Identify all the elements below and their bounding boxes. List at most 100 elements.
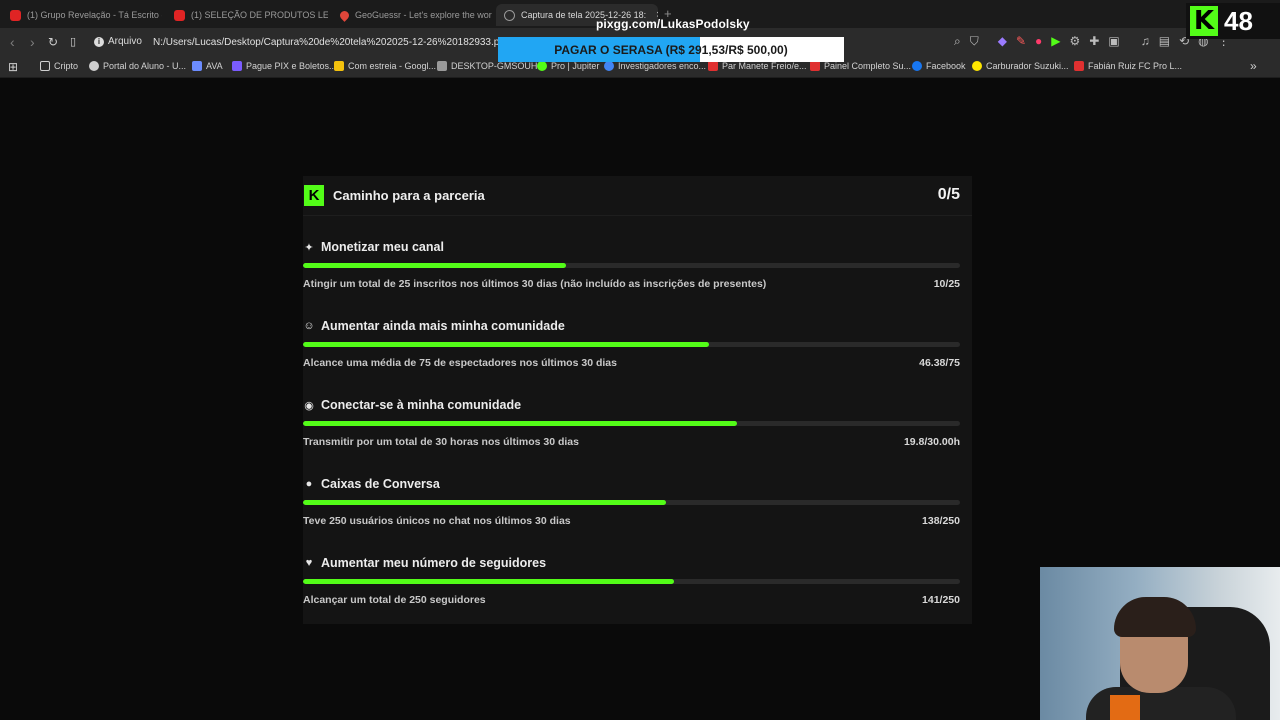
- shield-icon[interactable]: ⛉: [970, 34, 979, 49]
- goal-grow-community: ☺ Aumentar ainda mais minha comunidade Al…: [303, 319, 960, 391]
- more-bookmarks-icon[interactable]: »: [1250, 59, 1257, 73]
- ml-icon: [972, 61, 982, 71]
- bookmark-ava[interactable]: AVA: [192, 61, 223, 71]
- goal-progress-bar: [303, 263, 960, 268]
- shop-icon: [708, 61, 718, 71]
- bookmark-label: Fabián Ruiz FC Pro L...: [1088, 61, 1183, 71]
- partnership-card: K Caminho para a parceria 0/5 ✦ Monetizar…: [303, 176, 972, 624]
- shop-icon: [810, 61, 820, 71]
- goals-completed-count: 0/5: [937, 186, 960, 203]
- geoguessr-icon: [338, 8, 351, 22]
- media-icon[interactable]: ♫: [1141, 34, 1150, 49]
- bookmark-label: Cripto: [54, 61, 79, 71]
- card-title: Caminho para a parceria: [333, 188, 485, 203]
- forward-icon[interactable]: ›: [30, 34, 35, 50]
- goal-value: 10/25: [933, 278, 960, 290]
- kick-logo-icon: K: [304, 185, 324, 206]
- goal-progress-bar: [303, 421, 960, 426]
- bookmark-fabian-ruiz[interactable]: Fabián Ruiz FC Pro L...: [1074, 61, 1182, 71]
- bookmark-jupiter[interactable]: Pro | Jupiter: [537, 61, 599, 71]
- card-header: K Caminho para a parceria 0/5: [303, 176, 972, 216]
- scheme-label: Arquivo: [108, 36, 142, 47]
- extension-icon[interactable]: ⚙: [1070, 34, 1081, 49]
- back-icon[interactable]: ‹: [10, 34, 15, 50]
- donation-url: pixgg.com/LukasPodolsky: [596, 17, 750, 31]
- portal-icon: [89, 61, 99, 71]
- donation-goal-label: PAGAR O SERASA (R$ 291,53/R$ 500,00): [554, 42, 788, 57]
- ava-icon: [192, 61, 202, 71]
- address-bar-url[interactable]: N:/Users/Lucas/Desktop/Captura%20de%20te…: [153, 37, 510, 48]
- tab-selecao-produtos[interactable]: (1) SELEÇÃO DE PRODUTOS LEGAIS: [166, 4, 328, 26]
- extension-icon[interactable]: ✎: [1016, 34, 1026, 49]
- goal-progress-bar: [303, 342, 960, 347]
- bookmark-com-estreia[interactable]: Com estreia - Googl...: [334, 61, 436, 71]
- desktop-icon: [437, 61, 447, 71]
- youtube-icon: [174, 9, 185, 21]
- bookmark-label: AVA: [206, 61, 223, 71]
- goal-monetize: ✦ Monetizar meu canal Atingir um total de…: [303, 240, 960, 312]
- goal-description: Teve 250 usuários únicos no chat nos últ…: [303, 515, 571, 527]
- bookmark-manete[interactable]: Par Manete Freio/e...: [708, 61, 807, 71]
- heart-icon: ♥: [305, 557, 313, 569]
- goal-progress-fill: [303, 421, 737, 426]
- tab-search-icon[interactable]: ▣: [1108, 34, 1119, 49]
- goal-description: Atingir um total de 25 inscritos nos últ…: [303, 278, 767, 290]
- bookmark-label: Par Manete Freio/e...: [722, 61, 807, 71]
- jupiter-icon: [537, 61, 547, 71]
- zoom-icon[interactable]: ⌕: [954, 34, 961, 49]
- goal-title: Conectar-se à minha comunidade: [321, 398, 522, 412]
- bookmark-facebook[interactable]: Facebook: [912, 61, 966, 71]
- sidebar-icon[interactable]: ▤: [1159, 34, 1170, 49]
- site-info-button[interactable]: i Arquivo: [94, 36, 142, 47]
- extension-icon[interactable]: ◆: [998, 34, 1007, 49]
- youtube-icon: [10, 9, 21, 21]
- tab-grupo-revelacao[interactable]: (1) Grupo Revelação - Tá Escrito (Ac: [2, 4, 162, 26]
- bookmark-cripto[interactable]: Cripto: [40, 61, 78, 71]
- viewer-count: 48: [1224, 5, 1253, 36]
- goal-progress-fill: [303, 263, 566, 268]
- kick-viewer-badge: K 48: [1186, 3, 1280, 39]
- bookmark-label: Pague PIX e Boletos...: [246, 61, 337, 71]
- bookmark-label: Pro | Jupiter: [551, 61, 600, 71]
- bookmark-carburador[interactable]: Carburador Suzuki...: [972, 61, 1069, 71]
- goal-title: Aumentar ainda mais minha comunidade: [321, 319, 565, 333]
- goal-progress-bar: [303, 500, 960, 505]
- chat-bubble-icon: ●: [305, 478, 313, 490]
- extension-icon[interactable]: ▶: [1051, 34, 1060, 49]
- goal-progress-fill: [303, 579, 674, 584]
- bookmark-investigadores[interactable]: Investigadores enco...: [604, 61, 706, 71]
- pix-icon: [232, 61, 242, 71]
- webcam-feed: [1040, 567, 1280, 720]
- reload-icon[interactable]: ↻: [48, 35, 58, 49]
- goal-progress-fill: [303, 500, 666, 505]
- goal-progress-bar: [303, 579, 960, 584]
- bookmark-desktop[interactable]: DESKTOP-GMSOUHF: [437, 61, 543, 71]
- bookmark-label: Portal do Aluno - U...: [103, 61, 187, 71]
- bookmark-portal-aluno[interactable]: Portal do Aluno - U...: [89, 61, 186, 71]
- google-icon: [604, 61, 614, 71]
- goal-title: Caixas de Conversa: [321, 477, 440, 491]
- extension-icon[interactable]: ●: [1035, 34, 1042, 49]
- drive-icon: [334, 61, 344, 71]
- bookmark-painel[interactable]: Painel Completo Su...: [810, 61, 911, 71]
- goal-value: 138/250: [922, 515, 960, 527]
- goal-progress-fill: [303, 342, 710, 347]
- goal-title: Aumentar meu número de seguidores: [321, 556, 547, 570]
- sparkle-icon: ✦: [304, 241, 314, 254]
- info-icon: i: [94, 36, 104, 47]
- bookmark-icon[interactable]: ▯: [70, 35, 76, 48]
- goal-description: Transmitir por um total de 30 horas nos …: [303, 436, 579, 448]
- goal-chat-boxes: ● Caixas de Conversa Teve 250 usuários ún…: [303, 477, 960, 549]
- tab-geoguessr[interactable]: GeoGuessr - Let's explore the world!: [332, 4, 492, 26]
- bookmark-pague-pix[interactable]: Pague PIX e Boletos...: [232, 61, 337, 71]
- goal-followers: ♥ Aumentar meu número de seguidores Alcan…: [303, 556, 960, 628]
- tab-title: (1) SELEÇÃO DE PRODUTOS LEGAIS: [191, 10, 328, 20]
- puzzle-icon[interactable]: ✚: [1089, 34, 1099, 49]
- apps-grid-icon[interactable]: ⊞: [8, 60, 18, 74]
- goal-value: 46.38/75: [919, 357, 960, 369]
- kick-logo-icon: K: [1190, 6, 1218, 36]
- bookmark-label: DESKTOP-GMSOUHF: [451, 61, 543, 71]
- bookmark-label: Carburador Suzuki...: [986, 61, 1069, 71]
- goal-value: 141/250: [922, 594, 960, 606]
- streamer-hair: [1114, 597, 1196, 637]
